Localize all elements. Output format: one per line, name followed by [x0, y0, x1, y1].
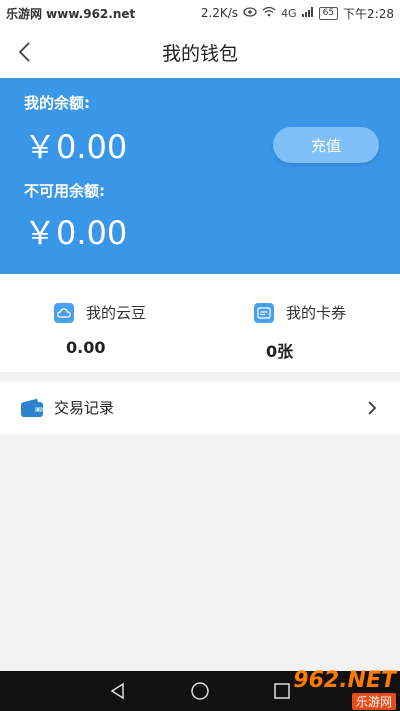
app-header: 我的钱包	[0, 26, 400, 78]
eye-icon	[243, 6, 257, 20]
nav-back-icon[interactable]	[107, 680, 129, 702]
transaction-records-row[interactable]: 交易记录	[0, 382, 400, 434]
recharge-button[interactable]: 充值	[273, 127, 379, 163]
unavailable-balance-amount: ￥0.00	[24, 214, 128, 252]
battery-icon: 65	[318, 6, 339, 20]
coupons-value: 0张	[266, 342, 294, 361]
wifi-icon	[262, 6, 276, 20]
cellular-signal-label: 4G	[281, 6, 297, 20]
available-balance-label: 我的余额:	[24, 94, 90, 112]
cloud-beans-header: 我的云豆	[54, 302, 146, 323]
cloud-beans-label: 我的云豆	[86, 304, 147, 322]
unavailable-balance-label: 不可用余额:	[24, 182, 105, 200]
coupons-item[interactable]: 我的卡券 0张	[200, 274, 400, 372]
coupon-icon	[254, 302, 274, 323]
coupons-header: 我的卡券	[254, 302, 346, 323]
assets-section: 我的云豆 0.00 我的卡券 0张	[0, 274, 400, 372]
cloud-beans-item[interactable]: 我的云豆 0.00	[0, 274, 200, 372]
back-arrow-icon[interactable]	[14, 40, 38, 64]
watermark-main: 962.NET	[293, 668, 396, 693]
balance-card: 我的余额: ￥0.00 不可用余额: ￥0.00 充值	[0, 78, 400, 274]
page-title: 我的钱包	[161, 42, 238, 65]
available-balance-amount: ￥0.00	[24, 128, 128, 166]
cloud-beans-value: 0.00	[66, 338, 106, 357]
chevron-right-icon	[366, 400, 378, 416]
status-icons: 2.2K/s 4G 65 下午2:28	[201, 5, 394, 22]
nav-home-icon[interactable]	[189, 680, 211, 702]
wallet-icon	[20, 398, 44, 418]
network-speed: 2.2K/s	[200, 6, 239, 20]
watermark-sub: 乐游网	[351, 693, 396, 710]
time: 下午2:28	[343, 6, 394, 21]
signal-bars-icon	[301, 6, 314, 20]
status-watermark: 乐游网 www.962.net	[6, 6, 136, 21]
status-bar: 乐游网 www.962.net 2.2K/s 4G 65 下午2:28	[0, 0, 400, 26]
transaction-records-label: 交易记录	[54, 399, 115, 417]
cloud-icon	[54, 302, 74, 323]
site-watermark-logo: 962.NET 乐游网	[256, 668, 396, 710]
coupons-label: 我的卡券	[286, 304, 347, 322]
